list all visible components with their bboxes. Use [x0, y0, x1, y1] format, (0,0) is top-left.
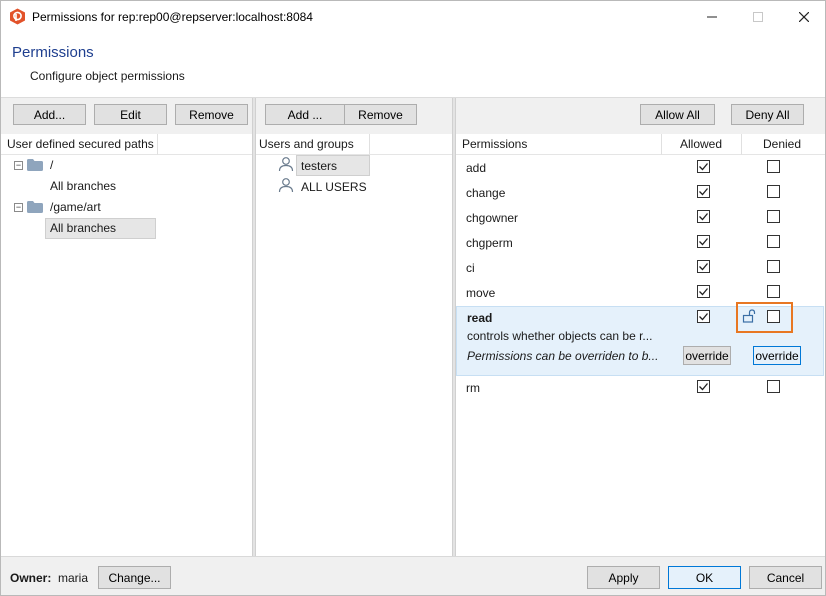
checkmark-icon — [699, 163, 708, 171]
permission-row: ci — [456, 256, 825, 281]
permissions-panel: Allow All Deny All Permissions Allowed D… — [456, 98, 825, 557]
tree-node-path[interactable]: / — [50, 155, 53, 175]
override-denied-button[interactable]: override — [753, 346, 801, 365]
owner-label: Owner: — [10, 571, 52, 585]
allowed-checkbox[interactable] — [697, 160, 710, 173]
owner-value: maria — [58, 571, 89, 585]
maximize-icon — [753, 11, 763, 22]
tree-node-branch[interactable]: All branches — [50, 176, 116, 196]
permission-name: add — [466, 161, 487, 175]
checkmark-icon — [699, 383, 708, 391]
denied-checkbox[interactable] — [767, 380, 780, 393]
user-icon — [278, 157, 294, 172]
permission-name: chgowner — [466, 211, 519, 225]
permissions-window: Permissions for rep:rep00@repserver:loca… — [0, 0, 826, 596]
apply-button[interactable]: Apply — [587, 566, 660, 589]
permission-name: change — [466, 186, 506, 200]
permission-name: rm — [466, 381, 480, 395]
permission-row: rm — [456, 376, 825, 401]
tree-node-branch-selected[interactable]: All branches — [50, 218, 116, 238]
collapse-toggle-root[interactable]: − — [14, 161, 23, 170]
window-title: Permissions for rep:rep00@repserver:loca… — [32, 10, 313, 24]
denied-column-header[interactable]: Denied — [742, 134, 825, 155]
allowed-checkbox[interactable] — [697, 380, 710, 393]
paths-column-filler — [158, 134, 252, 155]
checkmark-icon — [699, 213, 708, 221]
footer-bar: Owner: maria Change... Apply OK Cancel — [1, 556, 825, 595]
permission-name: chgperm — [466, 236, 513, 250]
permission-row: chgowner — [456, 206, 825, 231]
ok-button[interactable]: OK — [668, 566, 741, 589]
allowed-checkbox[interactable] — [697, 235, 710, 248]
folder-icon — [27, 159, 43, 171]
permission-name-read: read — [467, 311, 493, 325]
users-column-filler — [370, 134, 452, 155]
add-path-button[interactable]: Add... — [13, 104, 86, 125]
denied-checkbox[interactable] — [767, 185, 780, 198]
allowed-checkbox[interactable] — [697, 310, 710, 323]
change-owner-button[interactable]: Change... — [98, 566, 171, 589]
denied-checkbox[interactable] — [767, 285, 780, 298]
close-button[interactable] — [781, 1, 826, 32]
user-icon — [278, 178, 294, 193]
secured-paths-panel: Add... Edit Remove User defined secured … — [1, 98, 252, 557]
users-column-header[interactable]: Users and groups — [256, 134, 370, 155]
minimize-icon — [707, 16, 717, 17]
user-item-testers[interactable]: testers — [301, 156, 337, 176]
edit-path-button[interactable]: Edit — [94, 104, 167, 125]
add-user-button[interactable]: Add ... — [265, 104, 345, 125]
page-subtitle: Configure object permissions — [30, 69, 185, 83]
cancel-button[interactable]: Cancel — [749, 566, 822, 589]
denied-checkbox[interactable] — [767, 160, 780, 173]
permission-row: change — [456, 181, 825, 206]
allowed-checkbox[interactable] — [697, 285, 710, 298]
users-list: Users and groups testers ALL USERS — [256, 134, 452, 557]
app-logo-icon — [10, 8, 25, 25]
override-note: Permissions can be overriden to b... — [467, 349, 659, 363]
folder-icon — [27, 201, 43, 213]
maximize-button[interactable] — [735, 1, 781, 32]
checkmark-icon — [699, 188, 708, 196]
allowed-checkbox[interactable] — [697, 210, 710, 223]
permission-row-read-expanded[interactable]: read controls whether objects can be r..… — [456, 302, 824, 376]
checkmark-icon — [699, 288, 708, 296]
collapse-toggle-game-art[interactable]: − — [14, 203, 23, 212]
override-allowed-button[interactable]: override — [683, 346, 731, 365]
permissions-column-header[interactable]: Permissions — [456, 134, 662, 155]
users-groups-panel: Add ... Remove Users and groups testers … — [256, 98, 452, 557]
allowed-column-header[interactable]: Allowed — [662, 134, 742, 155]
denied-checkbox[interactable] — [767, 235, 780, 248]
main-area: Add... Edit Remove User defined secured … — [1, 97, 825, 557]
page-title: Permissions — [12, 44, 94, 61]
remove-path-button[interactable]: Remove — [175, 104, 248, 125]
remove-user-button[interactable]: Remove — [344, 104, 417, 125]
allowed-checkbox[interactable] — [697, 260, 710, 273]
tree-node-path[interactable]: /game/art — [50, 197, 101, 217]
user-item-all-users[interactable]: ALL USERS — [301, 177, 367, 197]
paths-list: User defined secured paths − / All branc… — [1, 134, 252, 557]
allowed-checkbox[interactable] — [697, 185, 710, 198]
minimize-button[interactable] — [689, 1, 735, 32]
checkmark-icon — [699, 238, 708, 246]
title-bar: Permissions for rep:rep00@repserver:loca… — [1, 1, 825, 32]
denied-checkbox[interactable] — [767, 210, 780, 223]
close-icon — [799, 11, 809, 22]
permission-row: chgperm — [456, 231, 825, 256]
checkmark-icon — [699, 313, 708, 321]
denied-checkbox[interactable] — [767, 260, 780, 273]
permission-name: move — [466, 286, 496, 300]
permission-name: ci — [466, 261, 475, 275]
unlock-icon[interactable] — [742, 309, 756, 323]
deny-all-button[interactable]: Deny All — [731, 104, 804, 125]
checkmark-icon — [699, 263, 708, 271]
permissions-list: Permissions Allowed Denied add change ch… — [456, 134, 825, 557]
paths-column-header[interactable]: User defined secured paths — [1, 134, 158, 155]
permission-description: controls whether objects can be r... — [467, 329, 653, 343]
allow-all-button[interactable]: Allow All — [640, 104, 715, 125]
permission-row: add — [456, 156, 825, 181]
denied-checkbox[interactable] — [767, 310, 780, 323]
